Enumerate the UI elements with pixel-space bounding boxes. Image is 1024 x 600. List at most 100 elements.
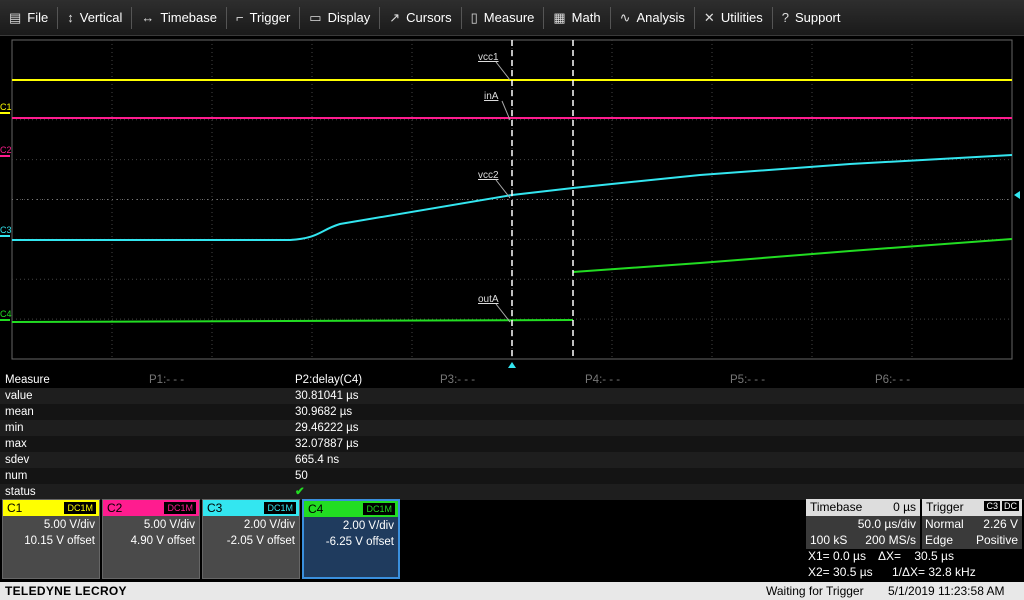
channel-marker-c3[interactable]: C3: [0, 225, 12, 235]
measure-row-mean: mean 30.9682 µs: [0, 404, 1024, 420]
param-p4[interactable]: P4:- - -: [585, 372, 620, 388]
channel-name: C2: [107, 501, 123, 515]
measure-table: Measure P1:- - - P2:delay(C4) P3:- - - P…: [0, 372, 1024, 500]
trigger-title: Trigger: [926, 500, 964, 514]
menu-label: Timebase: [160, 10, 217, 25]
measure-row-value: 665.4 ns: [295, 454, 340, 466]
timebase-samples: 100 kS: [810, 533, 848, 547]
acquisition-status: Waiting for Trigger: [766, 584, 864, 598]
menu-math[interactable]: ▦ Math: [544, 0, 609, 36]
channel-box-c3[interactable]: C3 DC1M 2.00 V/div -2.05 V offset: [202, 499, 300, 579]
channel-marker-c4[interactable]: C4: [0, 309, 12, 319]
channel-coupling: DC1M: [363, 503, 395, 515]
trigger-box[interactable]: Trigger C3 DC Normal 2.26 V Edge Positiv…: [922, 499, 1022, 549]
channel-marker-c1[interactable]: C1: [0, 102, 12, 112]
channel-box-c2[interactable]: C2 DC1M 5.00 V/div 4.90 V offset: [102, 499, 200, 579]
timebase-icon: ↔: [141, 10, 155, 25]
trigger-type: Edge: [925, 533, 954, 547]
menu-label: Math: [571, 10, 601, 25]
measure-row-min: min 29.46222 µs: [0, 420, 1024, 436]
menu-trigger[interactable]: ⌐ Trigger: [227, 0, 299, 36]
channel-offset: 10.15 V offset: [24, 535, 95, 547]
trigger-level: 2.26 V: [983, 517, 1018, 531]
cursor-x2: X2= 30.5 µs: [808, 565, 873, 579]
param-p6[interactable]: P6:- - -: [875, 372, 910, 388]
menu-support[interactable]: ? Support: [773, 0, 850, 36]
cursor-x1: X1= 0.0 µs: [808, 549, 866, 563]
param-p1[interactable]: P1:- - -: [149, 372, 184, 388]
measure-row-max: max 32.07887 µs: [0, 436, 1024, 452]
trigger-slope: Positive: [975, 533, 1018, 547]
menu-label: File: [27, 10, 49, 25]
measure-row-label: min: [5, 422, 24, 434]
trace-label-vcc1: vcc1: [478, 52, 499, 63]
waveform-display[interactable]: C1 C2 C3 C4 vcc1 inA vcc2 outA: [0, 36, 1024, 372]
analysis-icon: ∿: [619, 9, 631, 25]
math-icon: ▦: [553, 9, 566, 25]
support-icon: ?: [781, 10, 789, 25]
measure-row-value: 30.9682 µs: [295, 406, 353, 418]
label-leader-vcc1: [495, 61, 511, 81]
brand-logo: TELEDYNE LECROY: [5, 584, 127, 598]
measure-row-sdev: sdev 665.4 ns: [0, 452, 1024, 468]
status-check-icon: ✔: [295, 486, 305, 498]
measure-row-num: num 50: [0, 468, 1024, 484]
channel-name: C3: [207, 501, 223, 515]
menu-display[interactable]: ▭ Display: [300, 0, 379, 36]
menu-file[interactable]: ▤ File: [0, 0, 57, 36]
channel-vdiv: 5.00 V/div: [143, 519, 195, 531]
param-p2[interactable]: P2:delay(C4): [295, 372, 362, 388]
menu-analysis[interactable]: ∿ Analysis: [611, 0, 694, 36]
channel-box-c1[interactable]: C1 DC1M 5.00 V/div 10.15 V offset: [2, 499, 100, 579]
menu-timebase[interactable]: ↔ Timebase: [132, 0, 226, 36]
menu-utilities[interactable]: ✕ Utilities: [695, 0, 772, 36]
waveform-grid: C1 C2 C3 C4 vcc1 inA vcc2 outA: [0, 39, 1020, 368]
cursor-dx: ΔX= 30.5 µs: [878, 549, 954, 563]
measure-row-status: status ✔: [0, 484, 1024, 500]
menu-label: Measure: [483, 10, 535, 25]
measure-row-value: 32.07887 µs: [295, 438, 359, 450]
trigger-icon: ⌐: [236, 10, 244, 25]
measure-title: Measure: [5, 374, 50, 386]
channel-coupling: DC1M: [264, 502, 296, 514]
channel-name: C4: [308, 502, 324, 516]
channel-coupling: DC1M: [64, 502, 96, 514]
status-bar: TELEDYNE LECROY Waiting for Trigger 5/1/…: [0, 582, 1024, 600]
timebase-title: Timebase: [810, 500, 863, 514]
display-icon: ▭: [309, 9, 322, 25]
menu-label: Analysis: [636, 10, 685, 25]
menu-vertical[interactable]: ↕ Vertical: [58, 0, 131, 36]
trigger-level-marker[interactable]: [1014, 191, 1020, 199]
menu-label: Vertical: [79, 10, 123, 25]
measure-row-value: 29.46222 µs: [295, 422, 359, 434]
channel-vdiv: 5.00 V/div: [43, 519, 95, 531]
trace-label-vcc2: vcc2: [478, 170, 499, 181]
timebase-box[interactable]: Timebase 0 µs 50.0 µs/div 100 kS 200 MS/…: [806, 499, 920, 549]
date-time: 5/1/2019 11:23:58 AM: [888, 584, 1005, 598]
measure-row-value: 50: [295, 470, 308, 482]
timebase-tdiv: 50.0 µs/div: [857, 517, 916, 531]
trigger-source: C3: [984, 501, 1000, 511]
channel-name: C1: [7, 501, 23, 515]
channel-offset: 4.90 V offset: [130, 535, 195, 547]
vertical-icon: ↕: [67, 10, 74, 25]
measure-row-label: max: [5, 438, 27, 450]
trace-label-outA: outA: [478, 294, 499, 305]
trace-c3[interactable]: [12, 154, 1013, 241]
trigger-position-marker[interactable]: [508, 362, 516, 368]
label-leader-vcc2: [495, 179, 511, 199]
param-p5[interactable]: P5:- - -: [730, 372, 765, 388]
channel-vdiv: 2.00 V/div: [243, 519, 295, 531]
measure-row-value: value 30.81041 µs: [0, 388, 1024, 404]
measure-row-label: status: [5, 486, 36, 498]
cursor-inverse-dx: 1/ΔX= 32.8 kHz: [892, 565, 976, 579]
channel-marker-c2[interactable]: C2: [0, 145, 12, 155]
param-p3[interactable]: P3:- - -: [440, 372, 475, 388]
channel-coupling: DC1M: [164, 502, 196, 514]
measure-icon: ▯: [470, 9, 478, 25]
menu-cursors[interactable]: ↗ Cursors: [380, 0, 460, 36]
file-icon: ▤: [9, 9, 22, 25]
menu-bar: ▤ File ↕ Vertical ↔ Timebase ⌐ Trigger ▭ Display ↗…: [0, 0, 1024, 36]
menu-measure[interactable]: ▯ Measure: [462, 0, 544, 36]
channel-box-c4[interactable]: C4 DC1M 2.00 V/div -6.25 V offset: [302, 499, 400, 579]
